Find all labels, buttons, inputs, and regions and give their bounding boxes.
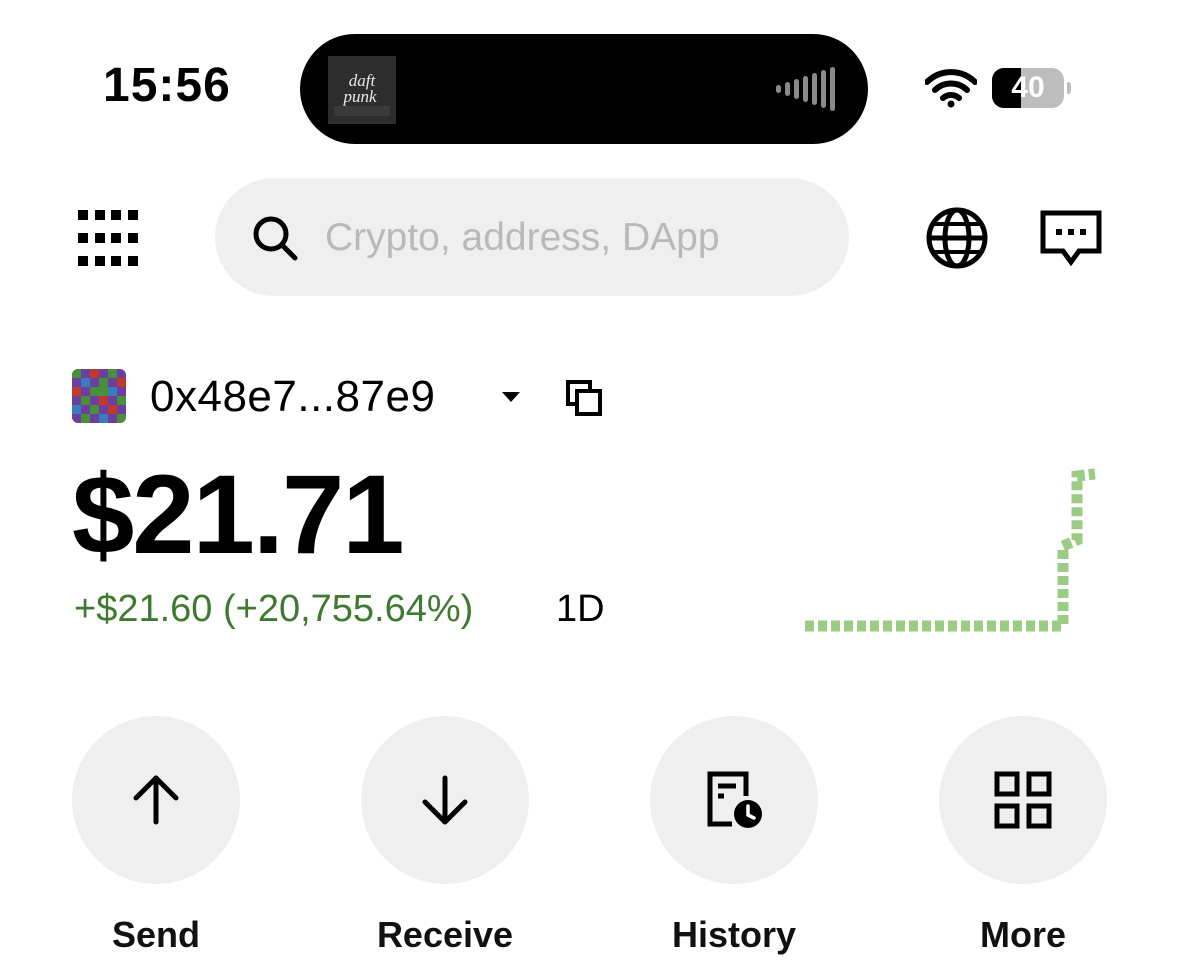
send-button[interactable]: Send [72, 716, 242, 956]
balance-sparkline [805, 468, 1096, 632]
receive-label: Receive [376, 914, 514, 955]
wallet-avatar[interactable] [72, 369, 126, 423]
send-button-circle[interactable] [72, 716, 240, 884]
battery-icon: 40 [992, 68, 1064, 108]
apps-menu-icon[interactable] [78, 210, 138, 266]
receive-button[interactable]: Receive [361, 716, 531, 956]
now-playing-album-art[interactable]: daft punk [328, 56, 396, 124]
arrow-up-icon [133, 775, 179, 825]
chevron-down-icon[interactable] [498, 388, 524, 406]
message-icon[interactable] [1040, 210, 1102, 268]
dynamic-island[interactable]: daft punk [300, 34, 868, 144]
status-time: 15:56 [103, 59, 231, 112]
portfolio-balance: $21.71 [72, 452, 405, 577]
receive-button-circle[interactable] [361, 716, 529, 884]
audio-waveform-icon [776, 67, 835, 111]
history-label: History [671, 914, 797, 955]
wallet-home-screen: 15:56 daft punk 40 Crypto, address, DApp… [0, 0, 1179, 980]
globe-icon[interactable] [925, 206, 989, 270]
battery-percentage: 40 [1011, 71, 1045, 104]
svg-text:punk: punk [342, 87, 377, 106]
history-button[interactable]: History [650, 716, 820, 956]
wallet-address[interactable]: 0x48e7...87e9 [150, 372, 435, 422]
grid-icon [994, 771, 1052, 829]
more-button-circle[interactable] [939, 716, 1107, 884]
more-label: More [979, 914, 1066, 955]
copy-icon[interactable] [564, 378, 604, 418]
portfolio-change: +$21.60 (+20,755.64%) [74, 588, 474, 630]
period-selector[interactable]: 1D [556, 588, 605, 631]
search-input[interactable] [323, 206, 807, 270]
send-label: Send [111, 914, 200, 955]
history-button-circle[interactable] [650, 716, 818, 884]
search-bar[interactable] [215, 178, 849, 296]
search-icon [253, 216, 298, 261]
arrow-down-icon [422, 775, 468, 825]
more-button[interactable]: More [939, 716, 1109, 956]
battery-indicator: 40 [992, 68, 1071, 108]
history-icon [707, 771, 762, 828]
wifi-icon [925, 69, 977, 108]
